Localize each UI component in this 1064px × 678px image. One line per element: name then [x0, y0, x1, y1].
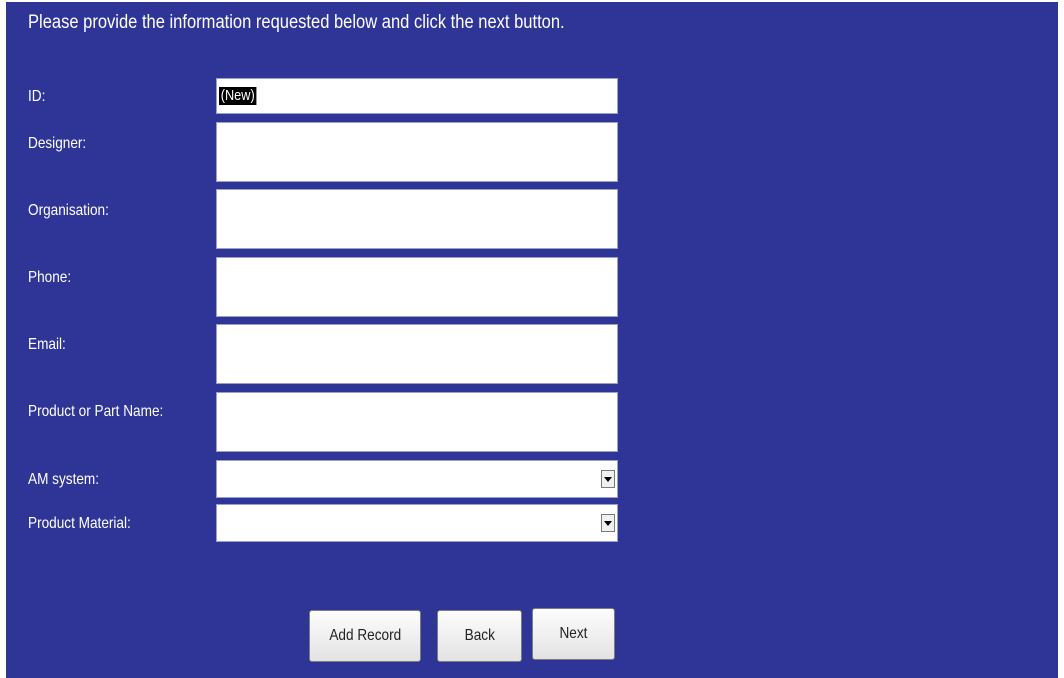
id-label: ID:	[28, 88, 46, 105]
next-button[interactable]: Next	[532, 608, 615, 660]
phone-label: Phone:	[28, 269, 72, 286]
phone-field[interactable]	[216, 257, 618, 317]
designer-field[interactable]	[216, 122, 618, 182]
form-panel: Please provide the information requested…	[6, 0, 1058, 678]
product-name-field[interactable]	[216, 392, 618, 452]
add-record-button[interactable]: Add Record	[309, 610, 421, 662]
product-material-label: Product Material:	[28, 515, 131, 532]
chevron-down-icon[interactable]	[601, 470, 615, 488]
organisation-label: Organisation:	[28, 202, 109, 219]
organisation-field[interactable]	[216, 189, 618, 249]
am-system-label: AM system:	[28, 471, 100, 488]
email-label: Email:	[28, 336, 66, 353]
id-field[interactable]: (New)	[216, 78, 618, 114]
product-name-label: Product or Part Name:	[28, 403, 164, 420]
app-window: Please provide the information requested…	[0, 0, 1064, 678]
back-button[interactable]: Back	[437, 610, 522, 662]
instruction-text: Please provide the information requested…	[28, 12, 565, 33]
designer-label: Designer:	[28, 135, 87, 152]
product-material-select[interactable]	[216, 504, 618, 542]
next-label: Next	[559, 625, 588, 642]
add-record-label: Add Record	[329, 627, 401, 644]
id-value: (New)	[219, 87, 257, 105]
am-system-select[interactable]	[216, 460, 618, 498]
chevron-down-icon[interactable]	[601, 514, 615, 532]
back-label: Back	[464, 627, 495, 644]
email-field[interactable]	[216, 324, 618, 384]
